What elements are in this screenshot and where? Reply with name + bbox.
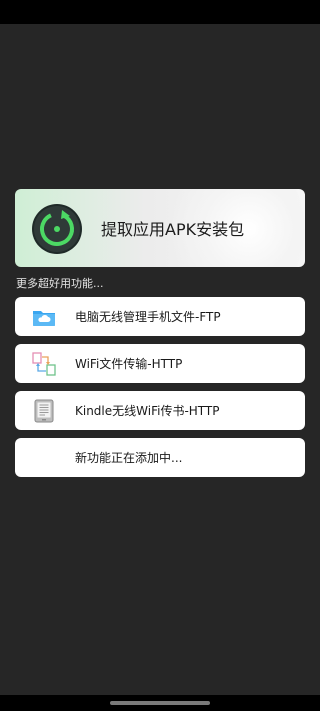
kindle-book-icon bbox=[32, 399, 56, 423]
cloud-folder-icon bbox=[32, 305, 56, 329]
apk-extract-icon bbox=[34, 206, 80, 252]
wifi-transfer-label: WiFi文件传输-HTTP bbox=[75, 357, 183, 371]
extract-apk-card[interactable]: 提取应用APK安装包 bbox=[15, 189, 305, 267]
status-bar bbox=[0, 0, 320, 24]
wifi-transfer-button[interactable]: WiFi文件传输-HTTP bbox=[15, 344, 305, 383]
home-indicator[interactable] bbox=[110, 701, 210, 705]
navigation-bar bbox=[0, 695, 320, 711]
extract-apk-title: 提取应用APK安装包 bbox=[101, 220, 245, 239]
kindle-transfer-button[interactable]: Kindle无线WiFi传书-HTTP bbox=[15, 391, 305, 430]
kindle-transfer-label: Kindle无线WiFi传书-HTTP bbox=[75, 404, 220, 418]
coming-soon-card[interactable]: 新功能正在添加中... bbox=[15, 438, 305, 477]
file-transfer-icon bbox=[32, 352, 56, 376]
ftp-manager-button[interactable]: 电脑无线管理手机文件-FTP bbox=[15, 297, 305, 336]
coming-soon-label: 新功能正在添加中... bbox=[75, 451, 183, 465]
ftp-manager-label: 电脑无线管理手机文件-FTP bbox=[75, 310, 221, 324]
more-features-heading: 更多超好用功能... bbox=[16, 277, 104, 290]
